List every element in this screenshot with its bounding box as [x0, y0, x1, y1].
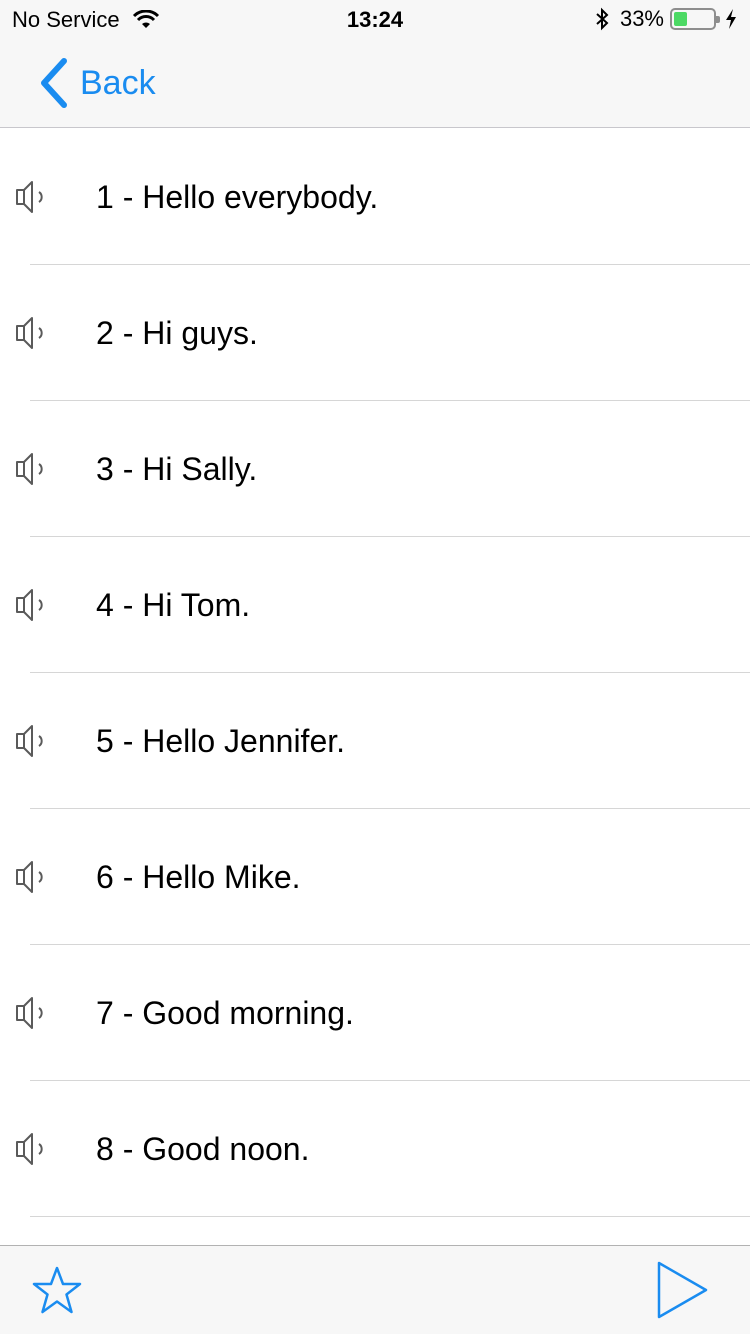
back-label: Back — [80, 63, 156, 102]
phrase-text: 2 - Hi guys. — [96, 314, 258, 351]
bottom-toolbar — [0, 1245, 750, 1334]
phrase-row[interactable]: 5 - Hello Jennifer. — [0, 673, 750, 809]
chevron-left-icon — [41, 58, 67, 108]
phrase-list: 1 - Hello everybody. 2 - Hi guys. 3 - Hi S… — [0, 129, 750, 1217]
battery-icon — [670, 8, 720, 30]
battery-percent: 33% — [619, 6, 664, 31]
speaker-icon[interactable] — [14, 585, 50, 625]
speaker-icon[interactable] — [14, 177, 50, 217]
phrase-text: 5 - Hello Jennifer. — [96, 722, 346, 759]
speaker-icon[interactable] — [14, 993, 50, 1033]
phrase-row[interactable]: 2 - Hi guys. — [0, 265, 750, 401]
phrase-text: 8 - Good noon. — [96, 1130, 310, 1167]
bluetooth-icon — [596, 7, 609, 31]
phrase-text: 1 - Hello everybody. — [96, 178, 379, 215]
phrase-text: 4 - Hi Tom. — [96, 586, 251, 623]
battery-level — [674, 12, 687, 26]
status-bar: No Service 13:24 33% — [0, 0, 750, 40]
speaker-icon[interactable] — [14, 1129, 50, 1169]
play-icon[interactable] — [654, 1260, 710, 1320]
charging-bolt-icon — [726, 9, 736, 29]
navigation-bar: Back — [0, 40, 750, 128]
phrase-row[interactable]: 7 - Good morning. — [0, 945, 750, 1081]
phrase-text: 6 - Hello Mike. — [96, 858, 301, 895]
status-right: 33% — [594, 6, 738, 32]
speaker-icon[interactable] — [14, 721, 50, 761]
phrase-row[interactable]: 8 - Good noon. — [0, 1081, 750, 1217]
speaker-icon[interactable] — [14, 449, 50, 489]
phrase-row[interactable]: 6 - Hello Mike. — [0, 809, 750, 945]
speaker-icon[interactable] — [14, 857, 50, 897]
phrase-row[interactable]: 3 - Hi Sally. — [0, 401, 750, 537]
back-button[interactable]: Back — [38, 58, 156, 108]
phrase-row[interactable]: 1 - Hello everybody. — [0, 129, 750, 265]
phrase-row[interactable]: 4 - Hi Tom. — [0, 537, 750, 673]
phrase-text: 3 - Hi Sally. — [96, 450, 258, 487]
battery-nub — [716, 16, 720, 23]
phrase-text: 7 - Good morning. — [96, 994, 354, 1031]
star-icon[interactable] — [30, 1264, 84, 1318]
speaker-icon[interactable] — [14, 313, 50, 353]
